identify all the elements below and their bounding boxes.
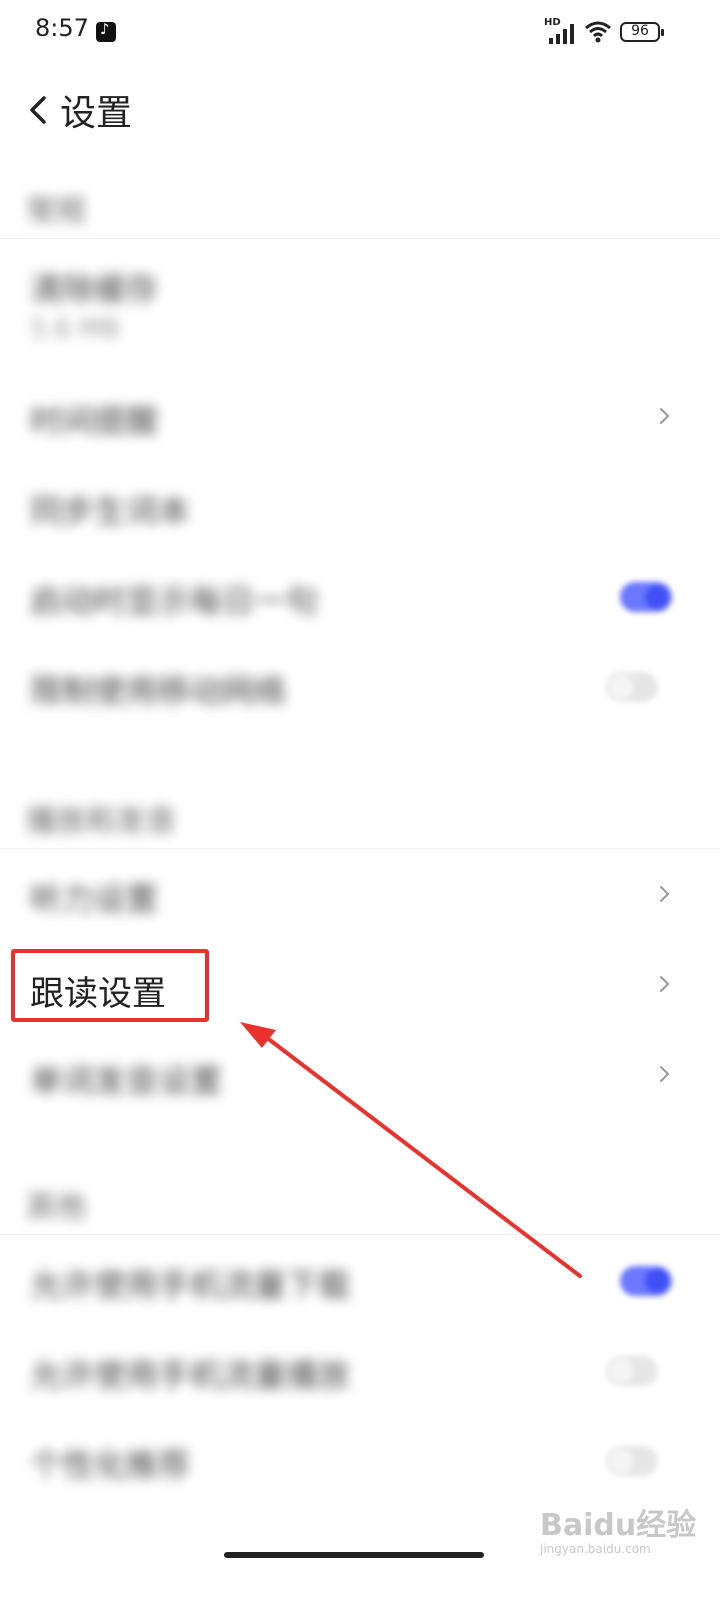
- row-label: 听力设置: [30, 880, 159, 918]
- watermark-url: jingyan.baidu.com: [540, 1542, 651, 1556]
- row-label: 个性化推荐: [30, 1446, 191, 1484]
- chevron-right-icon: [660, 1066, 670, 1082]
- tiktok-icon: [96, 20, 116, 42]
- divider: [0, 848, 720, 849]
- chevron-right-icon: [660, 408, 670, 424]
- section-title-playback: 播放和发音: [26, 804, 176, 839]
- wifi-icon: [585, 21, 611, 43]
- divider: [0, 238, 720, 239]
- mobile-playback-toggle[interactable]: [606, 1356, 658, 1386]
- battery-level: 96: [631, 23, 649, 39]
- status-bar: 8:57 HD 96: [0, 0, 720, 66]
- header: 设置: [0, 70, 720, 150]
- row-label: 清除缓存: [30, 270, 159, 308]
- row-label: 启动时显示每日一句: [30, 582, 319, 620]
- divider: [0, 1234, 720, 1235]
- chevron-left-icon[interactable]: [24, 92, 54, 128]
- highlight-box: [11, 949, 209, 1022]
- limit-mobile-data-toggle[interactable]: [606, 672, 658, 702]
- home-indicator[interactable]: [224, 1552, 484, 1558]
- row-label: 允许使用手机流量下载: [30, 1266, 351, 1304]
- section-title-general: 常规: [26, 194, 86, 229]
- row-label: 单词发音设置: [30, 1062, 223, 1100]
- mobile-download-toggle[interactable]: [620, 1266, 672, 1296]
- baidu-watermark: Baidu经验 jingyan.baidu.com: [540, 1500, 710, 1560]
- chevron-right-icon: [660, 976, 670, 992]
- settings-screen: 8:57 HD 96 设置 常规 清除缓存 5.6 MB 时间提醒: [0, 0, 720, 1600]
- row-sub: 5.6 MB: [30, 314, 120, 344]
- status-time: 8:57: [35, 14, 89, 42]
- section-title-other: 其他: [26, 1190, 86, 1225]
- personalized-recommend-toggle[interactable]: [606, 1446, 658, 1476]
- row-label: 同步生词本: [30, 492, 191, 530]
- row-label: 允许使用手机流量播放: [30, 1356, 351, 1394]
- row-label: 限制使用移动网络: [30, 672, 287, 710]
- row-label: 时间提醒: [30, 402, 159, 440]
- battery-icon: 96: [620, 22, 664, 42]
- chevron-right-icon: [660, 886, 670, 902]
- watermark-logo: Baidu经验: [540, 1508, 697, 1543]
- signal-icon: [549, 24, 574, 44]
- page-title: 设置: [60, 93, 133, 134]
- daily-sentence-toggle[interactable]: [620, 582, 672, 612]
